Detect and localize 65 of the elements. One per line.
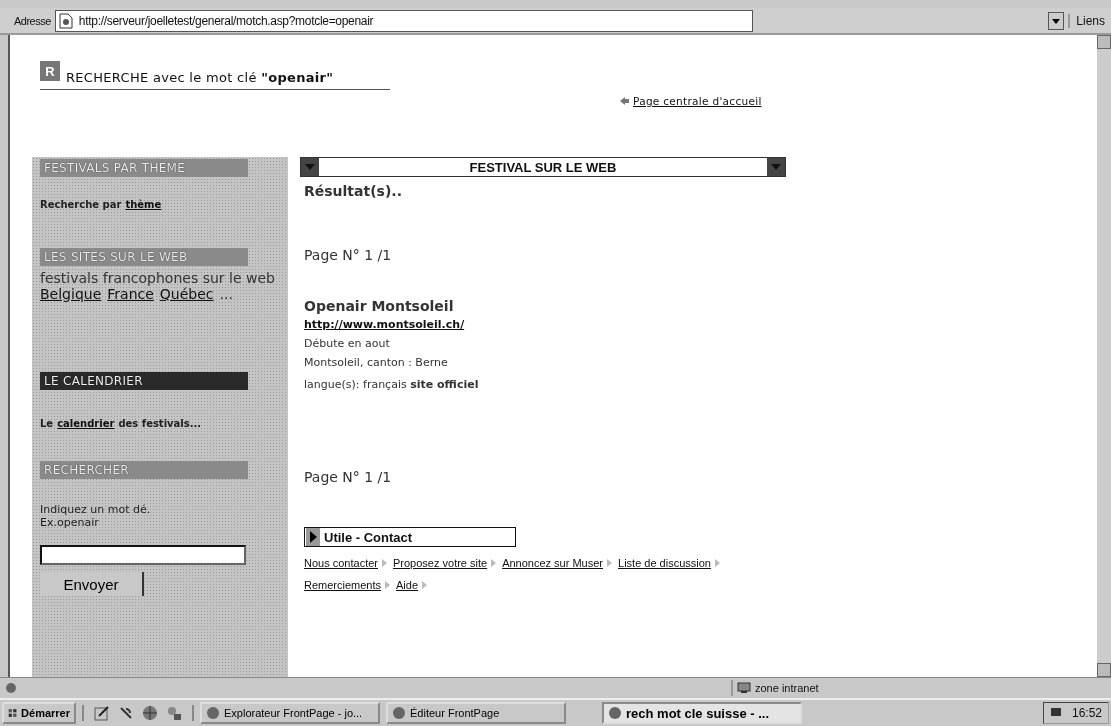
page-title: RECHERCHE avec le mot clé "openair" (66, 70, 334, 85)
sidebar-link[interactable]: Belgique (40, 286, 102, 302)
result-location: Montsoleil, canton : Berne (304, 356, 448, 369)
r-logo-icon: R (40, 61, 60, 81)
footer-link[interactable]: Proposez votre site (393, 557, 488, 569)
clock: 16:52 (1071, 706, 1102, 720)
arrow-icon (382, 559, 387, 567)
sidebar-text: des festivals... (118, 418, 202, 429)
arrow-icon (491, 559, 497, 567)
page-number: Page N° 1 /1 (304, 469, 392, 485)
sidebar-header: RECHERCHER (40, 461, 248, 479)
sidebar-text: Recherche par (40, 199, 122, 210)
result-date: Débute en aout (304, 337, 390, 350)
arrow-icon (422, 581, 428, 589)
app-icon (392, 706, 406, 720)
search-field[interactable] (40, 545, 246, 565)
arrow-icon (620, 97, 629, 105)
play-icon (306, 528, 320, 546)
network-icon (737, 682, 751, 694)
send-button[interactable]: Envoyer (40, 572, 144, 596)
arrow-icon (607, 559, 613, 567)
globe-icon[interactable] (142, 705, 158, 721)
taskbar-button[interactable]: Explorateur FrontPage - jo... (200, 702, 380, 724)
arrow-icon (715, 559, 720, 567)
sidebar-header: FESTIVALS PAR THEME (40, 159, 248, 177)
zone-label: zone intranet (755, 682, 819, 694)
links-label[interactable]: Liens (1068, 13, 1105, 28)
sidebar-text: Indiquez un mot dé. (40, 503, 151, 516)
sidebar-link[interactable]: France (107, 286, 154, 302)
page-number: Page N° 1 /1 (304, 247, 392, 263)
result-link[interactable]: http://www.montsoleil.ch/ (304, 318, 465, 331)
footer-link[interactable]: Nous contacter (304, 557, 378, 569)
sidebar-link[interactable]: thème (125, 199, 162, 210)
footer-link[interactable]: Liste de discussion (618, 557, 711, 569)
pencil-icon[interactable] (94, 705, 110, 721)
taskbar-button[interactable]: Éditeur FrontPage (386, 702, 566, 724)
sidebar-link[interactable]: calendrier (57, 418, 115, 429)
taskbar-button[interactable]: rech mot cle suisse - ... (602, 702, 802, 724)
section-banner: FESTIVAL SUR LE WEB (300, 157, 786, 177)
scrollbar[interactable] (1097, 35, 1111, 677)
home-link[interactable]: Page centrale d'accueil (633, 95, 762, 107)
contact-banner: Utile - Contact (304, 527, 516, 547)
arrow-icon (385, 581, 391, 589)
app-icon (206, 706, 220, 720)
sidebar-text: ... (219, 286, 233, 302)
app-icon (608, 706, 622, 720)
start-button[interactable]: Démarrer (2, 702, 76, 724)
footer-link[interactable]: Annoncez sur Muser (502, 557, 604, 569)
caret-icon (301, 158, 319, 176)
sidebar-header: LES SITES SUR LE WEB (40, 248, 248, 266)
sidebar-link[interactable]: Québec (159, 286, 214, 302)
result-title: Openair Montsoleil (304, 298, 454, 314)
address-field[interactable]: http://serveur/joelletest/general/motch.asp?motcle=openair (54, 9, 753, 32)
address-label: Adresse (13, 14, 51, 27)
sidebar-text: Ex.openair (40, 516, 99, 529)
gear-icon[interactable] (166, 705, 182, 721)
sidebar-text: Le (40, 418, 54, 429)
result-languages: langue(s): français site officiel (304, 378, 479, 391)
monitor-icon (1049, 707, 1062, 719)
footer-link[interactable]: Aide (396, 579, 419, 591)
results-heading: Résultat(s).. (304, 183, 402, 199)
footer-link[interactable]: Remerciements (304, 579, 382, 591)
caret-icon (767, 158, 785, 176)
sidebar-text: festivals francophones sur le web (40, 270, 275, 286)
sidebar-header: LE CALENDRIER (40, 372, 248, 390)
